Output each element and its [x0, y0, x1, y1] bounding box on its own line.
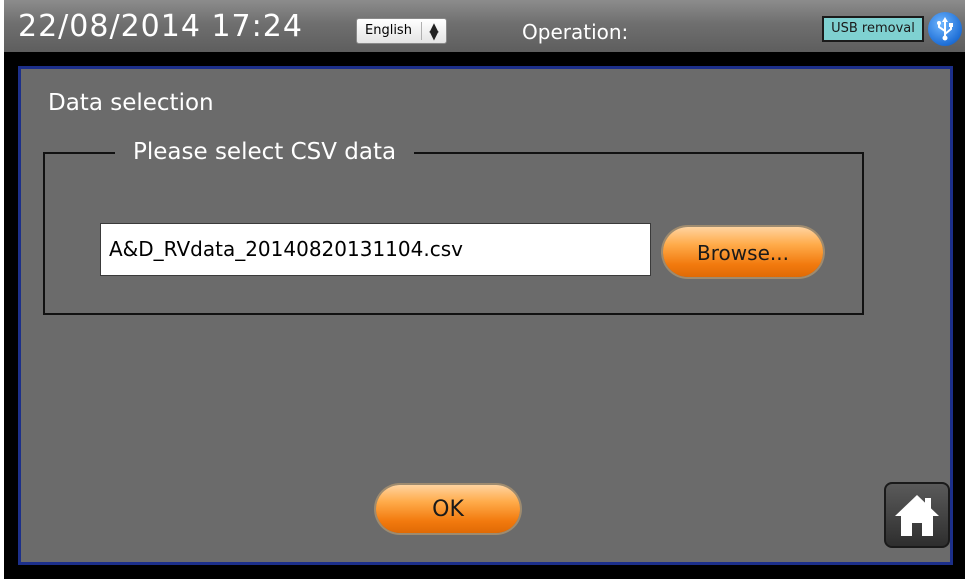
status-bar: 22/08/2014 17:24 English ▲ ▼ Operation: U… — [4, 0, 965, 52]
ok-button[interactable]: OK — [376, 485, 520, 533]
csv-select-group: Please select CSV data A&D_RVdata_201408… — [43, 137, 864, 315]
device-screen: 22/08/2014 17:24 English ▲ ▼ Operation: U… — [4, 0, 965, 579]
home-icon — [895, 495, 939, 536]
operation-label: Operation: — [522, 20, 629, 44]
csv-file-field[interactable]: A&D_RVdata_20140820131104.csv — [100, 223, 651, 276]
home-button[interactable] — [884, 482, 950, 548]
language-value: English — [365, 23, 412, 38]
usb-icon[interactable] — [928, 12, 962, 46]
page-title: Data selection — [48, 90, 214, 116]
group-legend: Please select CSV data — [115, 137, 415, 167]
usb-symbol-icon — [937, 17, 953, 41]
select-divider — [421, 22, 422, 40]
data-selection-panel: Data selection Please select CSV data A&… — [18, 66, 953, 565]
usb-removal-button[interactable]: USB removal — [822, 16, 924, 42]
select-arrows-icon: ▲ ▼ — [429, 20, 439, 42]
datetime-display: 22/08/2014 17:24 — [18, 9, 303, 44]
browse-button[interactable]: Browse... — [663, 227, 823, 277]
language-select[interactable]: English ▲ ▼ — [356, 18, 447, 44]
